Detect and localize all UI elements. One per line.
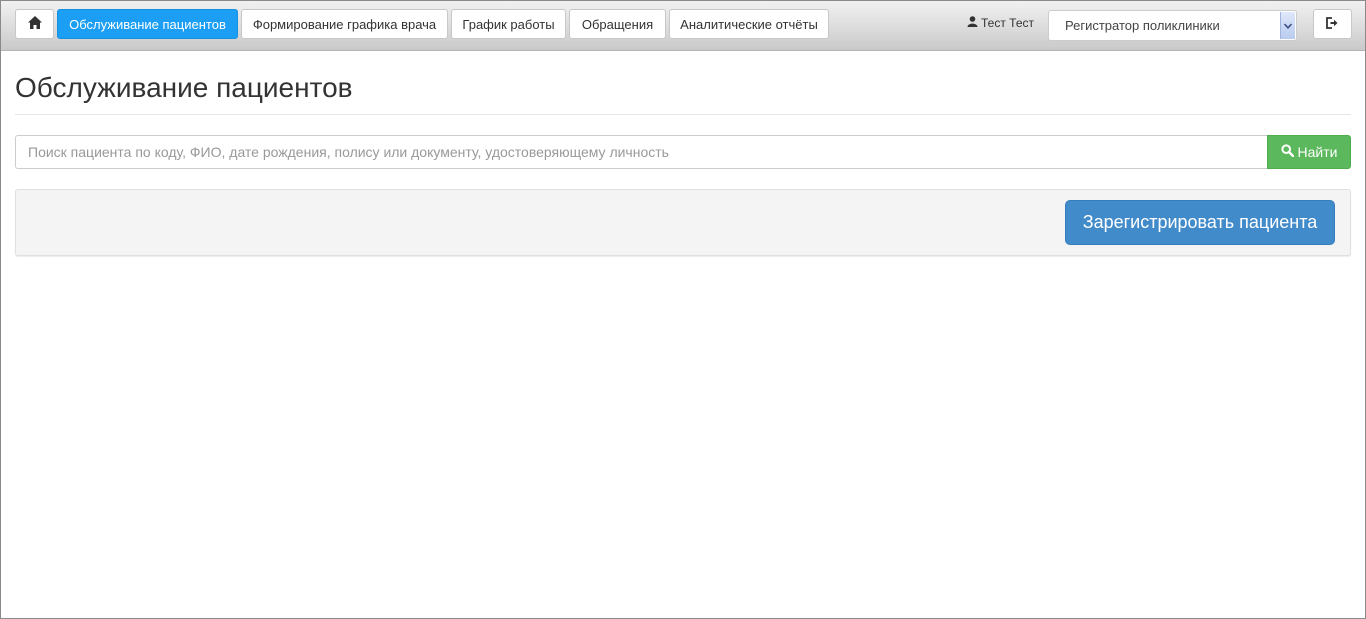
role-select-value: Регистратор поликлиники (1065, 18, 1220, 33)
tab-work-schedule[interactable]: График работы (451, 9, 566, 39)
action-panel: Зарегистрировать пациента (15, 189, 1351, 256)
title-divider (15, 114, 1351, 115)
tab-label: Формирование графика врача (252, 16, 437, 32)
tab-label: Обслуживание пациентов (69, 16, 226, 32)
role-select[interactable]: Регистратор поликлиники (1048, 10, 1297, 41)
patient-search-input[interactable] (15, 135, 1267, 169)
chevron-down-icon (1280, 12, 1295, 39)
tab-label: Аналитические отчёты (680, 16, 818, 32)
home-button[interactable] (15, 9, 54, 39)
search-button-label: Найти (1297, 144, 1338, 160)
tab-doctor-schedule-formation[interactable]: Формирование графика врача (241, 9, 448, 39)
tab-analytic-reports[interactable]: Аналитические отчёты (669, 9, 829, 39)
search-icon (1280, 144, 1294, 160)
page-title: Обслуживание пациентов (15, 72, 353, 103)
patient-search: Найти (15, 135, 1351, 169)
register-patient-button[interactable]: Зарегистрировать пациента (1065, 200, 1335, 245)
tab-patient-service[interactable]: Обслуживание пациентов (57, 9, 238, 39)
tab-label: Обращения (581, 16, 654, 32)
user-icon (967, 16, 978, 30)
user-name: Тест Тест (981, 16, 1034, 30)
logout-button[interactable] (1313, 9, 1352, 39)
logout-icon (1326, 16, 1339, 32)
tab-label: График работы (462, 16, 555, 32)
search-button[interactable]: Найти (1267, 135, 1351, 169)
register-button-label: Зарегистрировать пациента (1082, 212, 1318, 232)
home-icon (27, 16, 42, 32)
tab-appeals[interactable]: Обращения (569, 9, 666, 39)
top-navbar: Обслуживание пациентов Формирование граф… (1, 1, 1365, 51)
current-user: Тест Тест (967, 16, 1034, 30)
